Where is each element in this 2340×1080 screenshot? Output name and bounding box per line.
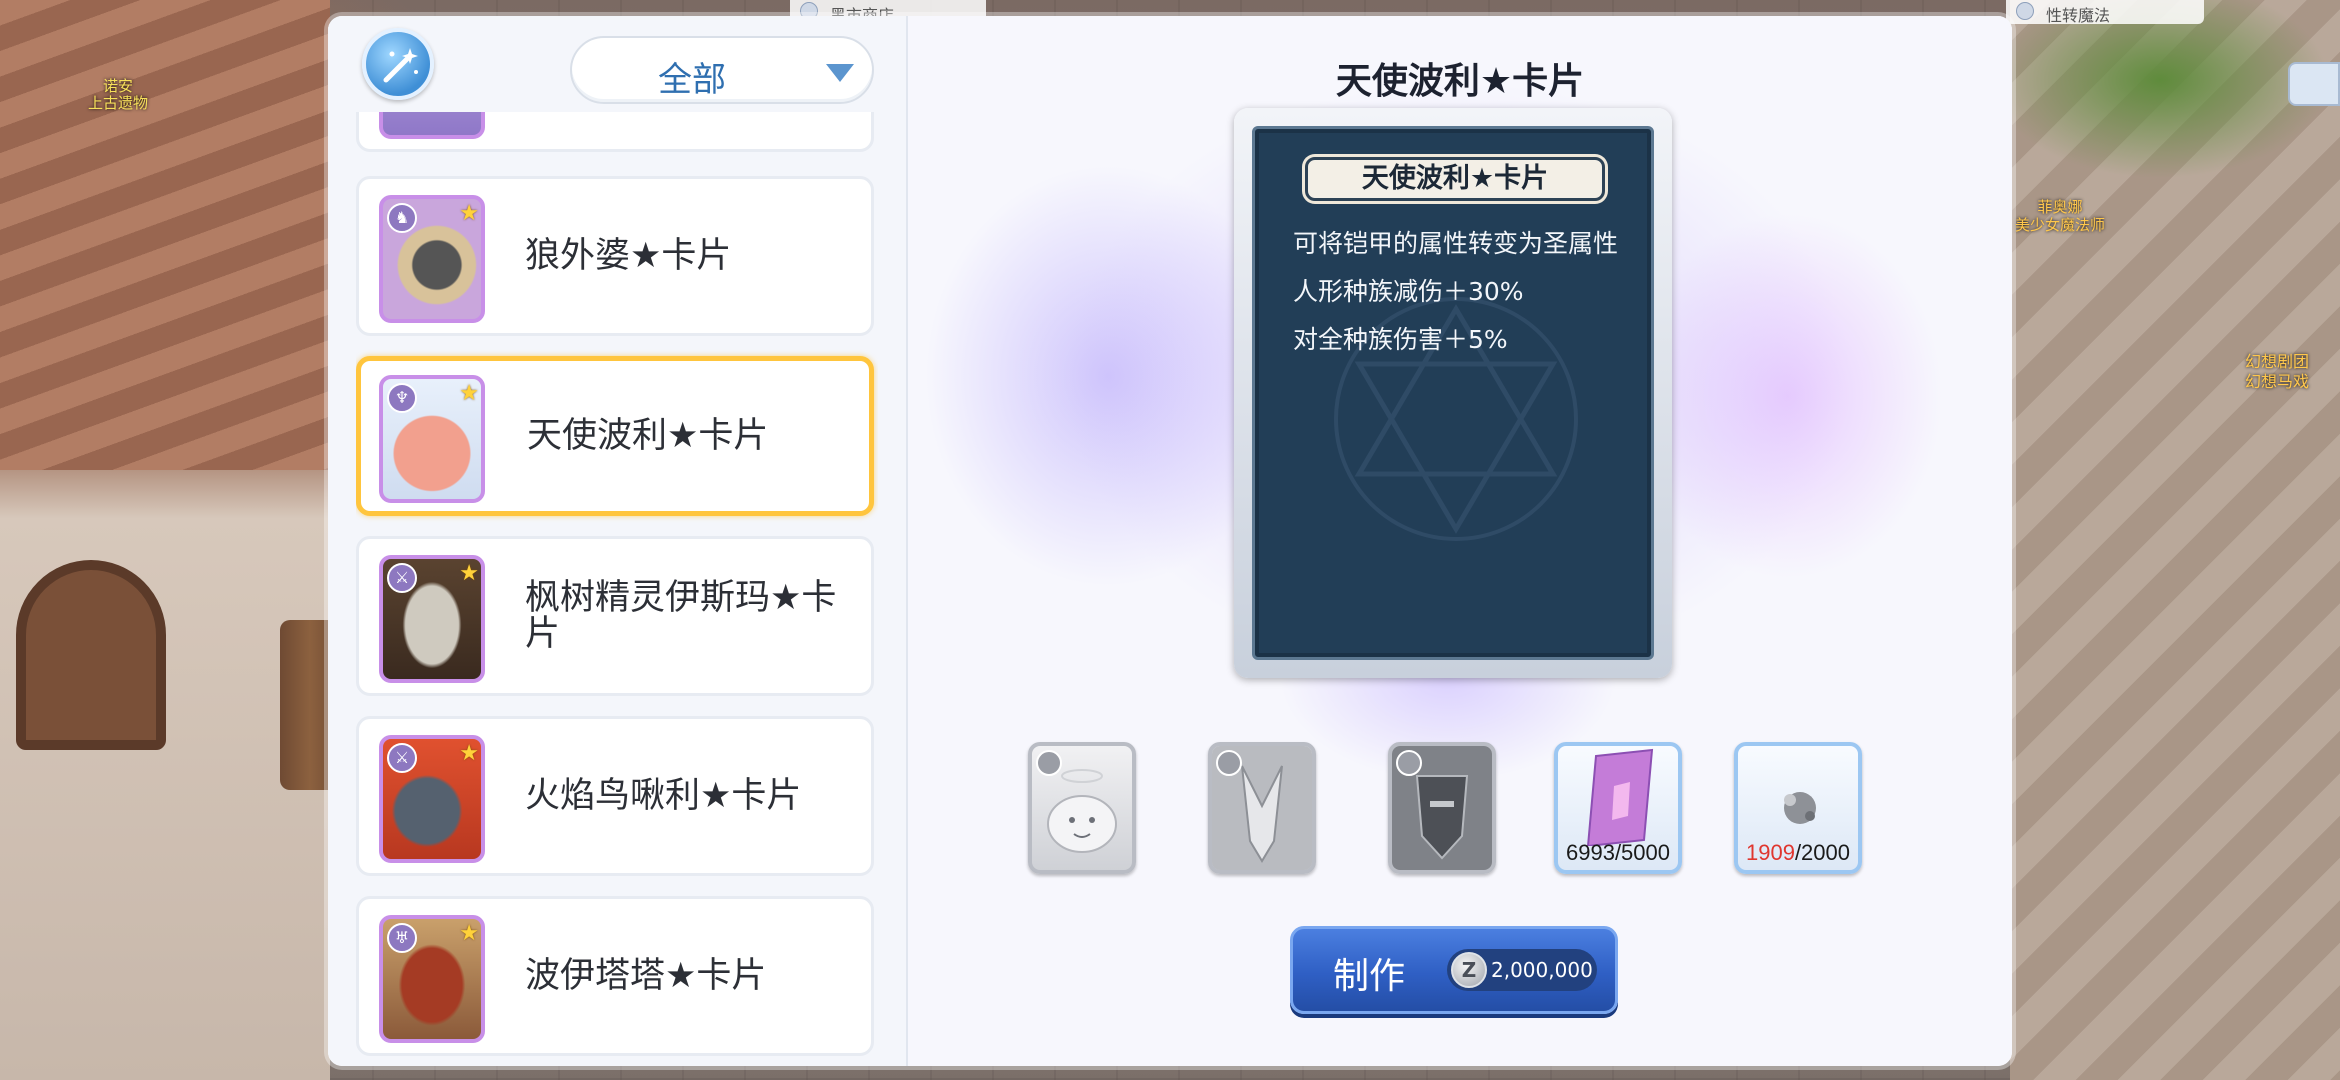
demon-icon: ♅ [387,923,417,953]
card-crafting-panel: 全部 ♞ ★ 狼外婆★卡片 ♆ ★ 天使波利★卡片 ⚔ ★ 枫树精灵伊斯玛★卡片… [328,16,2012,1066]
card-face: 天使波利★卡片 可将铠甲的属性转变为圣属性 人形种族减伤＋30% 对全种族伤害＋… [1252,126,1654,660]
card-detail-column: 天使波利★卡片 天使波利★卡片 可将铠甲的属性转变为圣属性 人形种族减伤＋30%… [908,16,2012,1066]
card-thumbnail [379,112,485,139]
card-list-item[interactable]: ♞ ★ 狼外婆★卡片 [356,176,874,336]
chevron-down-icon [826,64,854,82]
zeny-icon: Z [1451,952,1487,988]
demihuman-icon: ♞ [387,203,417,233]
card-banner: 天使波利★卡片 [1305,157,1605,201]
magic-wand-icon [383,48,418,83]
card-list[interactable]: ♞ ★ 狼外婆★卡片 ♆ ★ 天使波利★卡片 ⚔ ★ 枫树精灵伊斯玛★卡片 ⚔ … [356,112,878,1060]
material-slot-poring-card[interactable] [1028,742,1136,874]
material-slot-demon-card[interactable] [1208,742,1316,874]
material-count: 6993/5000 [1565,840,1670,865]
card-effects: 可将铠甲的属性转变为圣属性 人形种族减伤＋30% 对全种族伤害＋5% [1293,227,1633,371]
card-list-column: 全部 ♞ ★ 狼外婆★卡片 ♆ ★ 天使波利★卡片 ⚔ ★ 枫树精灵伊斯玛★卡片… [328,16,908,1066]
card-name: 火焰鸟啾利★卡片 [525,776,802,816]
sword-icon: ⚔ [387,563,417,593]
card-effect-line: 可将铠甲的属性转变为圣属性 [1293,229,1619,258]
material-slot-knight-card[interactable] [1388,742,1496,874]
star-icon: ★ [459,201,479,226]
card-effect-line: 人形种族减伤＋30% [1293,277,1524,306]
card-thumbnail-angeling: ♆ ★ [379,375,485,503]
sword-icon: ⚔ [387,743,417,773]
top-tab-label: 性转魔法 [2046,6,2111,25]
card-name: 枫树精灵伊斯玛★卡片 [525,578,837,654]
npc-label-circus[interactable]: 幻想剧团 幻想马戏 [2245,352,2309,392]
card-list-item[interactable]: ⚔ ★ 火焰鸟啾利★卡片 [356,716,874,876]
plaza-right [2010,0,2340,1080]
card-name: 天使波利★卡片 [527,416,769,456]
card-thumbnail-fire-bird: ⚔ ★ [379,735,485,863]
card-name: 狼外婆★卡片 [525,236,732,276]
craft-button-label: 制作 [1333,956,1406,997]
card-name: 波伊塔塔★卡片 [525,956,767,996]
material-slot-dust[interactable]: 1909/2000 [1734,742,1862,874]
house-left [0,0,340,1080]
card-thumbnail-maple-spirit: ⚔ ★ [379,555,485,683]
filter-label: 全部 [658,60,726,100]
race-icon [1216,750,1242,776]
craft-cost-value: 2,000,000 [1491,958,1593,982]
card-preview: 天使波利★卡片 可将铠甲的属性转变为圣属性 人形种族减伤＋30% 对全种族伤害＋… [1234,108,1672,678]
npc-label-fiona[interactable]: 菲奥娜 美少女魔法师 [2015,198,2105,234]
angel-icon: ♆ [387,383,417,413]
race-icon [1036,750,1062,776]
card-list-item-selected[interactable]: ♆ ★ 天使波利★卡片 [356,356,874,516]
side-menu-button[interactable] [2288,62,2340,106]
npc-label-noan[interactable]: 诺安 上古遗物 [88,78,148,112]
magic-wand-button[interactable] [362,28,434,100]
roof [0,0,330,470]
crystal-icon [1586,748,1654,848]
top-tab-gender-magic[interactable]: 性转魔法 [2006,0,2204,25]
race-icon [1396,750,1422,776]
materials-row: 6993/5000 1909/2000 [908,742,2012,878]
craft-cost: Z 2,000,000 [1447,949,1597,991]
potion-icon [2016,2,2034,20]
star-icon: ★ [459,741,479,766]
insufficient-count: 1909 [1745,840,1795,865]
arched-window [16,560,166,750]
material-count: 1909/2000 [1745,840,1850,865]
star-icon: ★ [459,921,479,946]
card-thumbnail-wolf: ♞ ★ [379,195,485,323]
card-list-item-partial[interactable] [356,112,874,152]
star-icon: ★ [459,381,479,406]
card-list-item[interactable]: ♅ ★ 波伊塔塔★卡片 [356,896,874,1056]
star-icon: ★ [459,561,479,586]
dust-icon [1784,792,1816,824]
card-effect-line: 对全种族伤害＋5% [1293,325,1508,354]
material-slot-crystal[interactable]: 6993/5000 [1554,742,1682,874]
filter-dropdown[interactable]: 全部 [570,36,874,104]
card-list-item[interactable]: ⚔ ★ 枫树精灵伊斯玛★卡片 [356,536,874,696]
detail-title: 天使波利★卡片 [1335,61,1585,102]
craft-button[interactable]: 制作 Z 2,000,000 [1290,926,1618,1014]
card-thumbnail-boitata: ♅ ★ [379,915,485,1043]
